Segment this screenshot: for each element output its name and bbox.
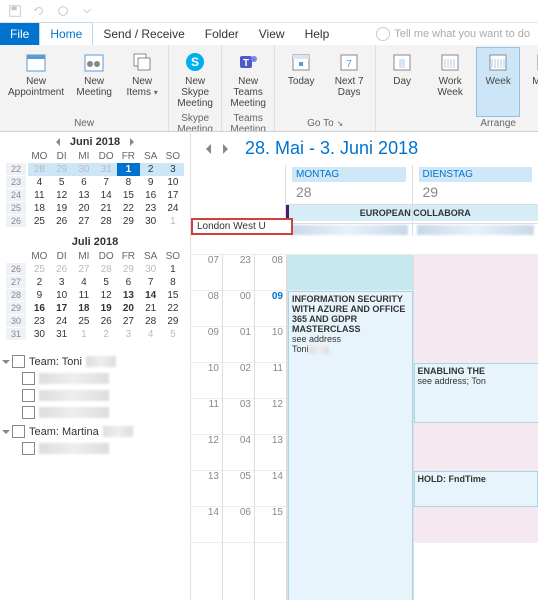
date-navigator: 28. Mai - 3. Juni 2018 bbox=[191, 132, 538, 165]
new-items-button[interactable]: NewItems ▾ bbox=[120, 47, 164, 117]
event-hold[interactable]: HOLD: FndTime bbox=[414, 471, 538, 507]
expand-icon bbox=[2, 430, 10, 434]
group-teams: TNew TeamsMeeting Teams Meeting bbox=[222, 45, 275, 131]
allday-row-2 bbox=[285, 224, 538, 236]
tab-folder[interactable]: Folder bbox=[195, 23, 249, 45]
mini-calendar-table[interactable]: MODIMIDOFRSASO22282930311232345678910241… bbox=[6, 150, 184, 228]
ribbon: NewAppointment NewMeeting NewItems ▾ New… bbox=[0, 45, 538, 132]
list-item[interactable] bbox=[4, 404, 186, 421]
allday-cell[interactable] bbox=[412, 205, 538, 223]
mini-calendar-june: Juni 2018 MODIMIDOFRSASO2228293031123234… bbox=[0, 132, 190, 232]
group-skype: SNew SkypeMeeting Skype Meeting bbox=[169, 45, 222, 131]
mini-calendar-table[interactable]: MODIMIDOFRSASO26252627282930127234567828… bbox=[6, 250, 184, 341]
redacted bbox=[103, 426, 133, 437]
redacted bbox=[39, 373, 109, 384]
tz-col-3: 0809101112131415 bbox=[255, 255, 287, 600]
title-bar bbox=[0, 0, 538, 23]
day-header-mon[interactable]: MONTAG28 bbox=[285, 165, 412, 204]
checkbox[interactable] bbox=[22, 389, 35, 402]
tab-view[interactable]: View bbox=[249, 23, 295, 45]
side-pane: Juni 2018 MODIMIDOFRSASO2228293031123234… bbox=[0, 132, 191, 600]
new-meeting-button[interactable]: NewMeeting bbox=[72, 47, 116, 117]
prev-week-icon[interactable] bbox=[201, 144, 211, 154]
ribbon-tabs: File Home Send / Receive Folder View Hel… bbox=[0, 23, 538, 45]
svg-text:T: T bbox=[243, 58, 249, 69]
new-teams-meeting-button[interactable]: TNew TeamsMeeting bbox=[226, 47, 270, 112]
group-label: Go To ↘ bbox=[279, 117, 371, 131]
work-week-button[interactable]: WorkWeek bbox=[428, 47, 472, 117]
sync-icon[interactable] bbox=[56, 4, 70, 18]
calendar-list: Team: Toni Team: Martina bbox=[0, 345, 190, 600]
prev-month-icon[interactable] bbox=[52, 138, 60, 146]
checkbox[interactable] bbox=[22, 406, 35, 419]
redacted bbox=[39, 407, 109, 418]
save-icon[interactable] bbox=[8, 4, 22, 18]
undo-icon[interactable] bbox=[32, 4, 46, 18]
tz-col-1: 0708091011121314 bbox=[191, 255, 223, 600]
group-label: Arrange bbox=[380, 117, 538, 131]
list-item[interactable] bbox=[4, 387, 186, 404]
expand-icon bbox=[2, 360, 10, 364]
day-header-tue[interactable]: DIENSTAG29 bbox=[412, 165, 538, 204]
redacted bbox=[86, 356, 116, 367]
customize-icon[interactable] bbox=[80, 4, 94, 18]
allday-row: EUROPEAN COLLABORA bbox=[285, 204, 538, 224]
next7-button[interactable]: 7Next 7Days bbox=[327, 47, 371, 117]
list-item[interactable] bbox=[4, 440, 186, 457]
day-column-mon[interactable]: INFORMATION SECURITY WITH AZURE AND OFFI… bbox=[287, 255, 413, 600]
group-label: Teams Meeting bbox=[226, 112, 270, 132]
next-month-icon[interactable] bbox=[130, 138, 138, 146]
calendar-main: 28. Mai - 3. Juni 2018 MONTAG28 DIENSTAG… bbox=[191, 132, 538, 600]
day-headers: MONTAG28 DIENSTAG29 bbox=[285, 165, 538, 204]
checkbox[interactable] bbox=[22, 372, 35, 385]
team-toni-header[interactable]: Team: Toni bbox=[4, 355, 186, 368]
month-view-button[interactable]: Month bbox=[524, 47, 538, 117]
allday-cell[interactable]: EUROPEAN COLLABORA bbox=[285, 205, 412, 223]
svg-text:S: S bbox=[191, 55, 199, 69]
timezone-header: London West U bbox=[191, 236, 538, 255]
today-button[interactable]: Today bbox=[279, 47, 323, 117]
checkbox[interactable] bbox=[12, 425, 25, 438]
date-range-title: 28. Mai - 3. Juni 2018 bbox=[245, 138, 418, 159]
time-grid: 0708091011121314 2300010203040506 080910… bbox=[191, 255, 538, 600]
svg-text:7: 7 bbox=[346, 59, 352, 70]
month-title: Juli 2018 bbox=[72, 236, 118, 248]
week-view-button[interactable]: Week bbox=[476, 47, 520, 117]
list-item[interactable] bbox=[4, 370, 186, 387]
tab-file[interactable]: File bbox=[0, 23, 39, 45]
group-label: New bbox=[4, 117, 164, 131]
redacted-event[interactable] bbox=[290, 225, 408, 235]
day-view-button[interactable]: Day bbox=[380, 47, 424, 117]
group-label: Skype Meeting bbox=[173, 112, 217, 132]
next-week-icon[interactable] bbox=[223, 144, 233, 154]
tab-send-receive[interactable]: Send / Receive bbox=[93, 23, 194, 45]
tab-help[interactable]: Help bbox=[295, 23, 340, 45]
redacted-event[interactable] bbox=[417, 225, 535, 235]
bulb-icon bbox=[376, 27, 390, 41]
group-new: NewAppointment NewMeeting NewItems ▾ New bbox=[0, 45, 169, 131]
new-skype-meeting-button[interactable]: SNew SkypeMeeting bbox=[173, 47, 217, 112]
redacted bbox=[39, 443, 109, 454]
event-enabling[interactable]: ENABLING THEsee address; Ton bbox=[414, 363, 538, 423]
team-martina-header[interactable]: Team: Martina bbox=[4, 425, 186, 438]
group-arrange: Day WorkWeek Week Month ScheduView Arran… bbox=[376, 45, 538, 131]
checkbox[interactable] bbox=[12, 355, 25, 368]
event-info-security[interactable]: INFORMATION SECURITY WITH AZURE AND OFFI… bbox=[288, 291, 413, 600]
mini-calendar-july: Juli 2018 MODIMIDOFRSASO2625262728293012… bbox=[0, 232, 190, 345]
redacted bbox=[39, 390, 109, 401]
tz-col-2: 2300010203040506 bbox=[223, 255, 255, 600]
group-goto: Today 7Next 7Days Go To ↘ bbox=[275, 45, 376, 131]
new-appointment-button[interactable]: NewAppointment bbox=[4, 47, 68, 117]
tab-home[interactable]: Home bbox=[39, 22, 93, 45]
checkbox[interactable] bbox=[22, 442, 35, 455]
timezone-label-highlighted: London West U bbox=[191, 218, 293, 235]
day-column-tue[interactable]: ENABLING THEsee address; Ton HOLD: FndTi… bbox=[413, 255, 538, 600]
tell-me-search[interactable]: Tell me what you want to do bbox=[368, 23, 538, 45]
month-title: Juni 2018 bbox=[70, 136, 120, 148]
